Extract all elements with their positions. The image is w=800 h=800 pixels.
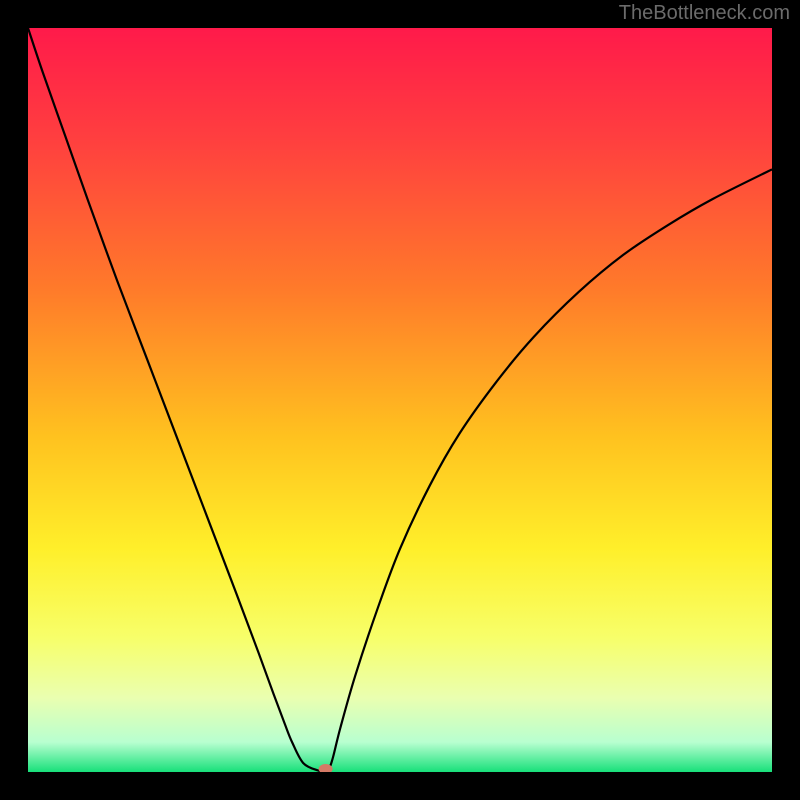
- watermark-text: TheBottleneck.com: [619, 2, 790, 25]
- chart-frame: [28, 28, 772, 772]
- bottleneck-chart: [28, 28, 772, 772]
- gradient-background: [28, 28, 772, 772]
